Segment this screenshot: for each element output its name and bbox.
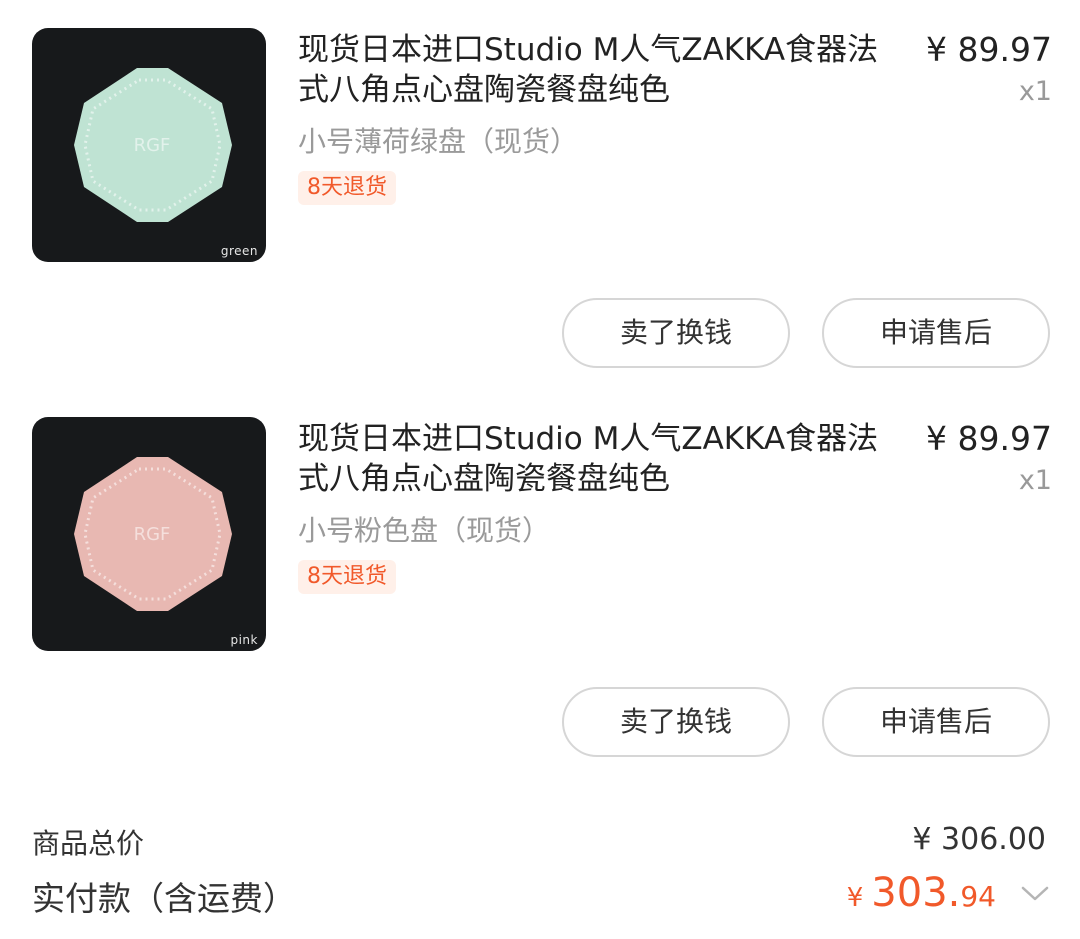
after-sale-button[interactable]: 申请售后: [822, 298, 1050, 368]
amount-integer: 303.: [871, 870, 961, 916]
unit-price: ¥ 89.97: [926, 30, 1052, 69]
product-thumbnail[interactable]: RGF green: [32, 28, 266, 262]
expand-chevron-icon[interactable]: [1020, 884, 1050, 904]
goods-total-label: 商品总价: [32, 827, 145, 860]
order-item: RGF green 现货日本进口Studio M人气ZAKKA食器法式八角点心盘…: [0, 0, 1080, 389]
octagon-plate-image: RGF: [74, 457, 232, 611]
sell-for-cash-button[interactable]: 卖了换钱: [562, 298, 790, 368]
octagon-plate-image: RGF: [74, 68, 232, 222]
order-item: RGF pink 现货日本进口Studio M人气ZAKKA食器法式八角点心盘陶…: [0, 389, 1080, 778]
return-policy-badge: 8天退货: [298, 560, 396, 594]
sell-for-cash-button[interactable]: 卖了换钱: [562, 687, 790, 757]
amount-paid-value: ¥303.94: [847, 870, 996, 916]
unit-price: ¥ 89.97: [926, 419, 1052, 458]
return-policy-badge: 8天退货: [298, 171, 396, 205]
amount-paid-label: 实付款（含运费）: [32, 879, 296, 918]
quantity: x1: [1018, 76, 1052, 107]
after-sale-button[interactable]: 申请售后: [822, 687, 1050, 757]
product-variant: 小号薄荷绿盘（现货）: [298, 125, 579, 158]
product-thumbnail[interactable]: RGF pink: [32, 417, 266, 651]
product-title[interactable]: 现货日本进口Studio M人气ZAKKA食器法式八角点心盘陶瓷餐盘纯色: [298, 419, 888, 499]
product-title[interactable]: 现货日本进口Studio M人气ZAKKA食器法式八角点心盘陶瓷餐盘纯色: [298, 30, 888, 110]
product-variant: 小号粉色盘（现货）: [298, 514, 551, 547]
currency-symbol: ¥: [846, 883, 864, 913]
thumb-caption: green: [220, 244, 258, 258]
thumb-caption: pink: [230, 633, 258, 647]
quantity: x1: [1018, 465, 1052, 496]
plate-emboss-mark: RGF: [134, 524, 171, 545]
amount-decimal: 94: [960, 880, 996, 913]
plate-emboss-mark: RGF: [134, 135, 171, 156]
goods-total-value: ¥ 306.00: [912, 822, 1046, 857]
